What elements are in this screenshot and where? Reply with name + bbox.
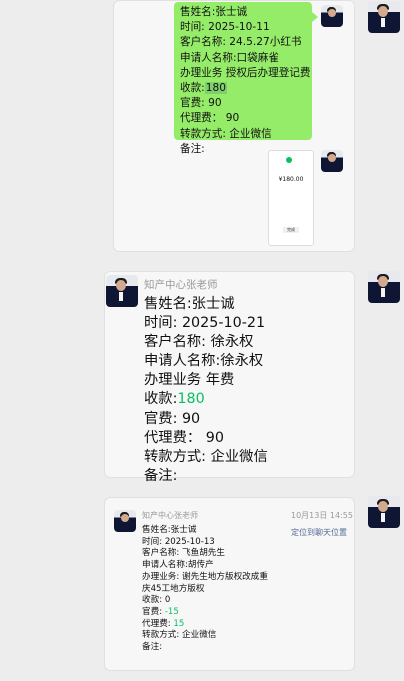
line-remarks: 备注: — [144, 467, 178, 484]
line-payment: 收款:180 — [180, 81, 306, 96]
line-time: 时间: 2025-10-13 — [142, 536, 215, 547]
user-avatar[interactable] — [368, 1, 400, 33]
text-bubble-1[interactable]: 售姓名:张士诚 时间: 2025-10-11 客户名称: 24.5.27小红书 … — [174, 2, 318, 155]
line-applicant: 申请人名称:胡传产 — [142, 560, 214, 571]
line-remarks: 备注: — [142, 642, 163, 653]
line-business: 办理业务 授权后办理登记费 — [180, 66, 311, 79]
line-business-cont: 庆45工地方版权 — [142, 583, 205, 594]
line-client: 客户名称: 飞鱼胡先生 — [142, 548, 225, 559]
line-salesperson: 售姓名:张士诚 — [180, 6, 248, 18]
sender-name: 知产中心张老师 — [144, 279, 218, 291]
phone-amount: ¥180.00 — [278, 176, 304, 183]
message-text-2: 售姓名:张士诚 时间: 2025-10-21 客户名称: 徐永权 申请人名称:徐… — [144, 295, 268, 486]
avatar[interactable] — [321, 150, 343, 172]
check-icon — [286, 157, 292, 163]
locate-in-chat-link[interactable]: 定位到聊天位置 — [291, 527, 347, 538]
sender-avatar[interactable] — [114, 510, 136, 532]
line-agent-fee: 代理费： 90 — [144, 429, 224, 446]
payment-screenshot-image[interactable]: ¥180.00 完成 — [268, 150, 314, 246]
line-official-fee: 官费: 90 — [180, 97, 222, 110]
line-official-fee: 官费: 90 — [144, 410, 201, 427]
line-salesperson: 售姓名:张士诚 — [142, 525, 197, 535]
line-business: 办理业务 年费 — [144, 372, 235, 389]
agent-fee-label: 代理费: — [142, 618, 171, 629]
sender-avatar[interactable] — [106, 275, 138, 307]
line-client: 客户名称: 24.5.27小红书 — [180, 36, 302, 49]
line-transfer-method: 转款方式: 企业微信 — [180, 127, 272, 140]
line-payment: 收款: 0 — [142, 595, 171, 606]
line-salesperson: 售姓名:张士诚 — [144, 296, 235, 312]
line-transfer-method: 转款方式: 企业微信 — [144, 448, 268, 465]
avatar[interactable] — [321, 5, 343, 27]
user-avatar[interactable] — [368, 496, 400, 528]
user-avatar[interactable] — [368, 271, 400, 303]
payment-label: 收款: — [180, 82, 205, 95]
sender-name: 知产中心张老师 — [142, 511, 198, 520]
payment-amount: 180 — [204, 82, 227, 95]
line-client: 客户名称: 徐永权 — [144, 334, 254, 351]
line-payment: 收款:180 — [144, 390, 268, 409]
line-time: 时间: 2025-10-21 — [144, 315, 266, 332]
line-applicant: 申请人名称:口袋麻雀 — [180, 51, 279, 64]
line-agent-fee: 代理费： 90 — [180, 112, 240, 125]
official-fee-amount: -15 — [164, 606, 179, 617]
line-transfer-method: 转款方式: 企业微信 — [142, 630, 217, 641]
line-applicant: 申请人名称:徐永权 — [144, 353, 264, 370]
line-agent-fee: 代理费: 15 — [142, 619, 268, 631]
line-official-fee: 官费: -15 — [142, 607, 268, 619]
payment-amount: 180 — [177, 391, 205, 408]
line-time: 时间: 2025-10-11 — [180, 21, 270, 34]
phone-done-button: 完成 — [283, 227, 299, 233]
payment-label: 收款: — [144, 391, 178, 408]
message-text-3: 售姓名:张士诚 时间: 2025-10-13 客户名称: 飞鱼胡先生 申请人名称… — [142, 525, 268, 654]
agent-fee-amount: 15 — [173, 618, 185, 629]
official-fee-label: 官费: — [142, 606, 163, 617]
line-business: 办理业务: 谢先生地方版权改成重 — [142, 571, 268, 582]
message-time: 10月13日 14:55 — [291, 511, 353, 520]
